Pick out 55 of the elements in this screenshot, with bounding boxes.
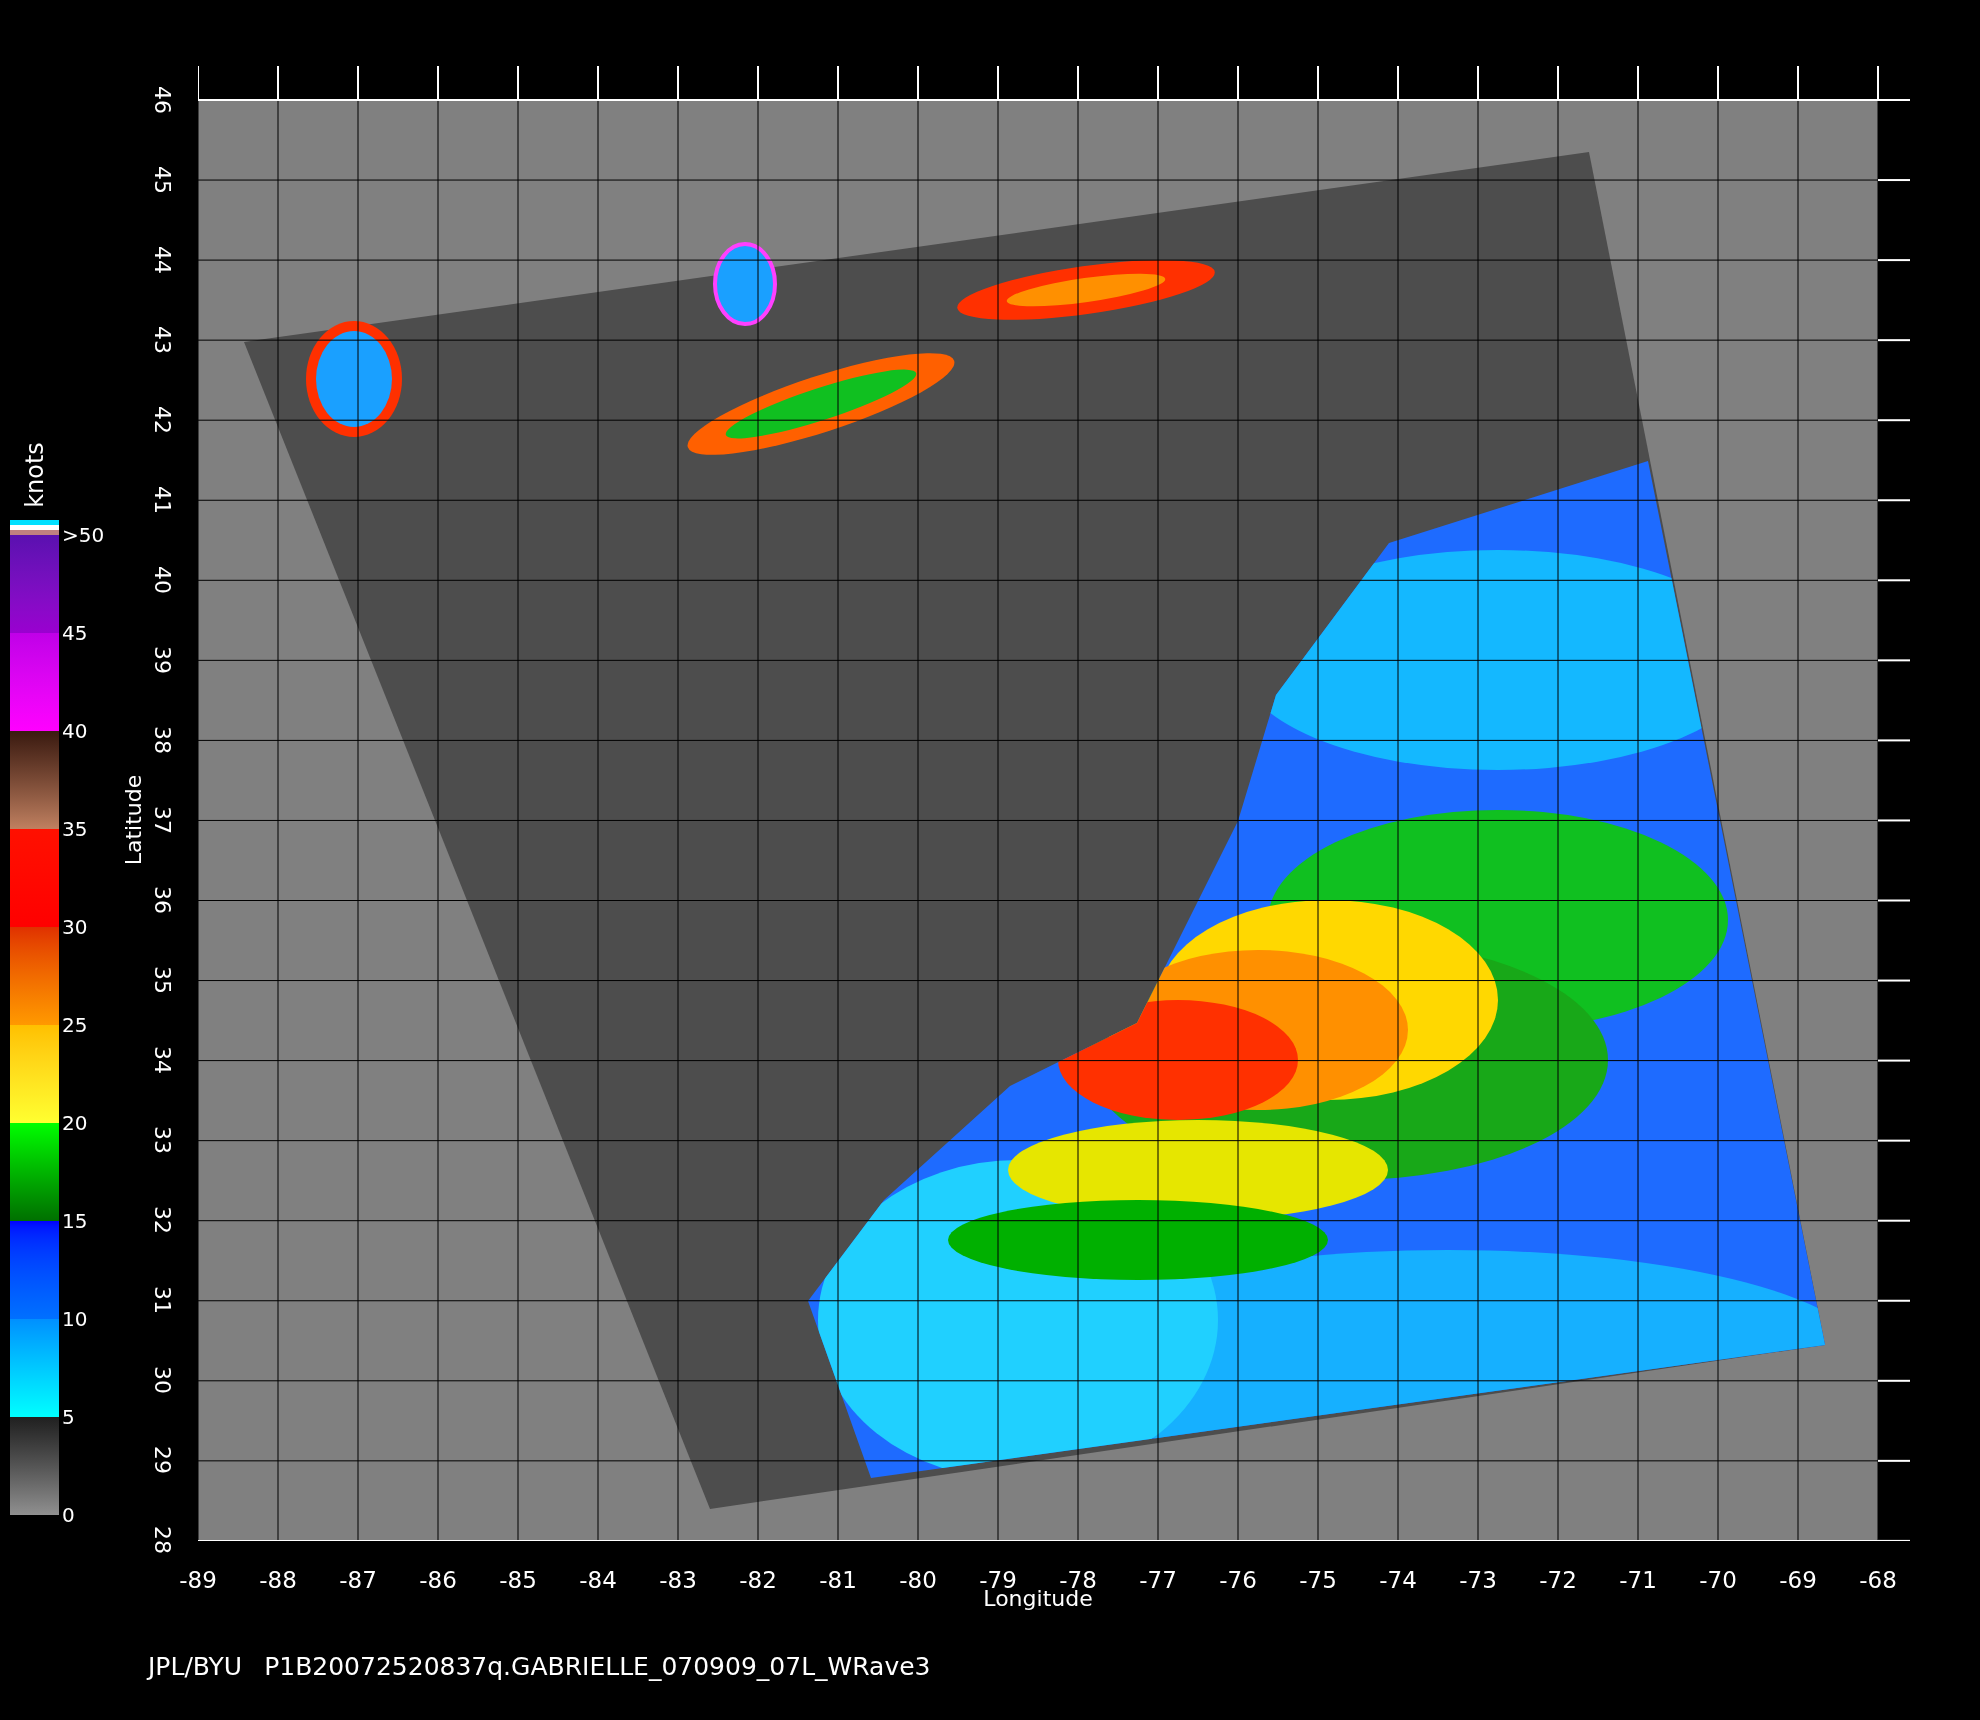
x-tick-label: -82 (739, 1566, 777, 1594)
x-tick-label: -87 (339, 1566, 377, 1594)
y-tick-label: 41 (151, 486, 173, 514)
colorbar-label: 15 (62, 1211, 88, 1231)
y-tick-label: 29 (151, 1446, 173, 1474)
colorbar-label: 30 (62, 917, 88, 937)
x-tick-label: -85 (499, 1566, 537, 1594)
y-axis-label: Latitude (123, 774, 145, 866)
colorbar-label: 25 (62, 1015, 88, 1035)
y-tick-label: 38 (151, 726, 173, 754)
footer-text: P1B20072520837q.GABRIELLE_070909_07L_WRave3 (264, 1654, 931, 1679)
y-tick-label: 34 (151, 1046, 173, 1074)
x-axis-label: Longitude (983, 1588, 1093, 1610)
x-tick-label: -80 (899, 1566, 937, 1594)
colorbar-label: >50 (62, 525, 105, 545)
x-tick-label: -72 (1539, 1566, 1577, 1594)
x-tick-label: -73 (1459, 1566, 1497, 1594)
x-tick-label: -74 (1379, 1566, 1417, 1594)
y-tick-label: 44 (151, 246, 173, 274)
y-tick-label: 37 (151, 806, 173, 834)
colorbar-label: 40 (62, 721, 88, 741)
y-tick-label: 40 (151, 566, 173, 594)
x-tick-label: -69 (1779, 1566, 1817, 1594)
y-tick-label: 36 (151, 886, 173, 914)
x-tick-label: -76 (1219, 1566, 1257, 1594)
y-tick-label: 42 (151, 406, 173, 434)
y-tick-label: 43 (151, 326, 173, 354)
x-tick-label: -77 (1139, 1566, 1177, 1594)
colorbar-label: 5 (62, 1407, 75, 1427)
colorbar-label: 35 (62, 819, 88, 839)
x-tick-label: -71 (1619, 1566, 1657, 1594)
colorbar-label: 0 (62, 1505, 75, 1525)
x-tick-label: -75 (1299, 1566, 1337, 1594)
x-tick-label: -68 (1859, 1566, 1897, 1594)
y-tick-label: 46 (151, 86, 173, 114)
colorbar-label: 10 (62, 1309, 88, 1329)
x-tick-label: -81 (819, 1566, 857, 1594)
footer-text: JPL/BYU (148, 1654, 243, 1679)
colorbar-label: 20 (62, 1113, 88, 1133)
y-tick-label: 32 (151, 1206, 173, 1234)
colorbar-title: knots (22, 442, 47, 508)
y-tick-label: 30 (151, 1366, 173, 1394)
y-tick-label: 35 (151, 966, 173, 994)
y-tick-label: 31 (151, 1286, 173, 1314)
y-tick-label: 28 (151, 1526, 173, 1554)
colorbar-label: 45 (62, 623, 88, 643)
x-tick-label: -70 (1699, 1566, 1737, 1594)
y-tick-label: 45 (151, 166, 173, 194)
x-tick-label: -86 (419, 1566, 457, 1594)
x-tick-label: -89 (179, 1566, 217, 1594)
x-tick-label: -83 (659, 1566, 697, 1594)
x-tick-label: -84 (579, 1566, 617, 1594)
y-tick-label: 33 (151, 1126, 173, 1154)
x-tick-label: -88 (259, 1566, 297, 1594)
y-tick-label: 39 (151, 646, 173, 674)
